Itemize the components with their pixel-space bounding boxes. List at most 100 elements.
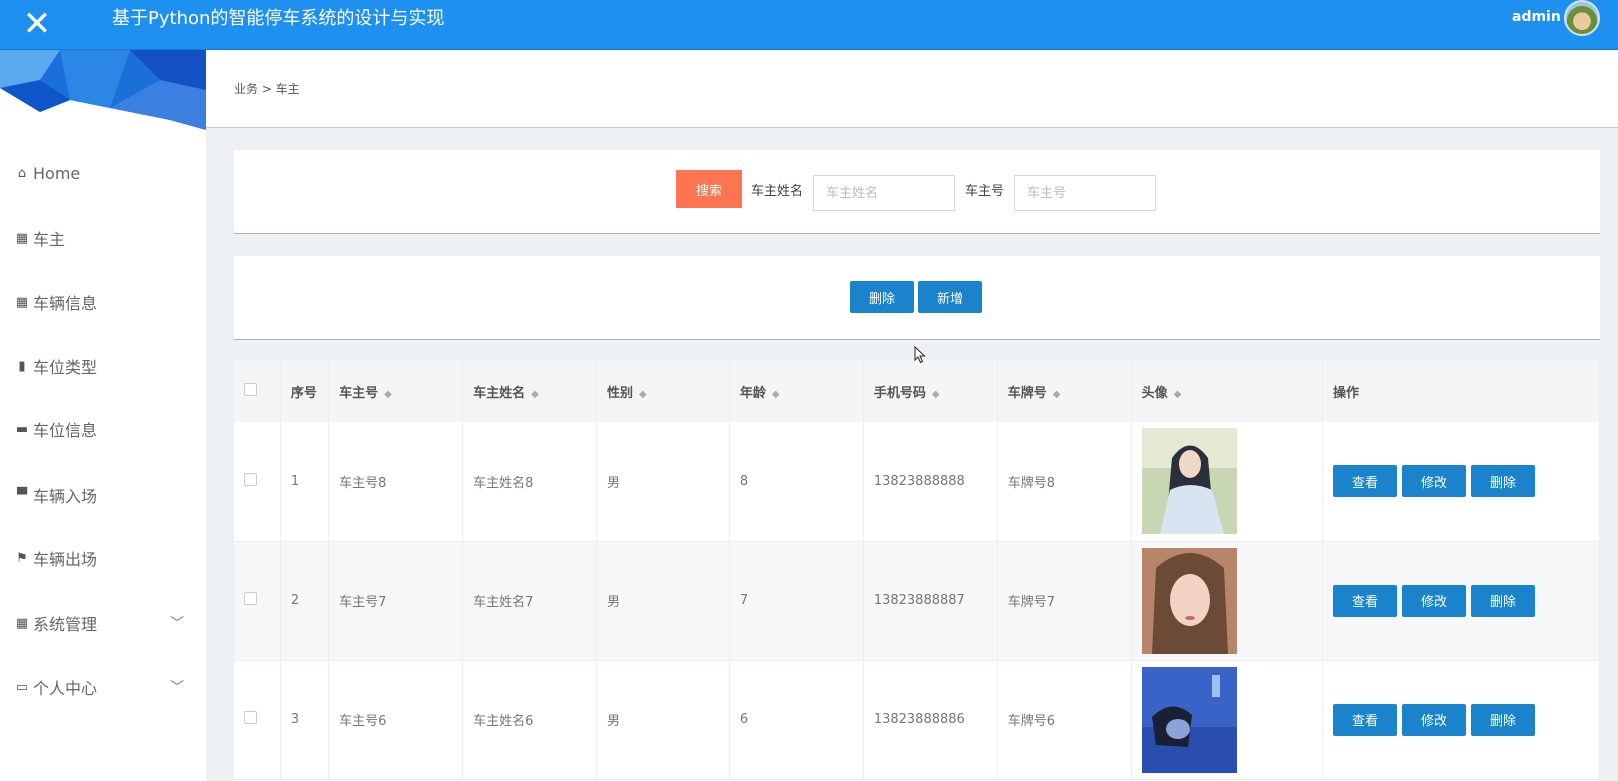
col-header[interactable]: 车牌号 ◆ bbox=[997, 360, 1132, 422]
cell-plate: 车牌号6 bbox=[997, 660, 1132, 780]
sidebar-item-entry[interactable]: ▀ 车辆入场 bbox=[0, 475, 206, 515]
owner-name-label: 车主姓名 bbox=[751, 184, 804, 199]
sidebar-item-label: 车主 bbox=[33, 230, 66, 249]
wallet-icon: ▬ bbox=[15, 421, 29, 437]
sort-icon[interactable]: ◆ bbox=[772, 389, 780, 400]
sidebar-item-label: 系统管理 bbox=[33, 615, 98, 634]
breadcrumb-bar: 业务 > 车主 bbox=[206, 50, 1618, 128]
owner-id-label: 车主号 bbox=[965, 184, 1005, 199]
edit-button[interactable]: 修改 bbox=[1402, 584, 1466, 617]
table-row: 2 车主号7 车主姓名7 男 7 13823888887 车牌号7 查看 修改 删除 bbox=[234, 541, 1600, 661]
cell-gender: 男 bbox=[596, 422, 730, 542]
view-button[interactable]: 查看 bbox=[1333, 703, 1397, 736]
row-select-cell[interactable] bbox=[234, 660, 281, 780]
col-header[interactable]: 年龄 ◆ bbox=[729, 360, 864, 422]
breadcrumb: 业务 > 车主 bbox=[234, 82, 300, 96]
delete-row-button[interactable]: 删除 bbox=[1471, 584, 1535, 617]
cell-avatar bbox=[1131, 422, 1324, 542]
col-header[interactable]: 车主号 ◆ bbox=[328, 360, 464, 422]
sort-icon[interactable]: ◆ bbox=[639, 389, 647, 400]
sidebar-item-label: 车辆入场 bbox=[33, 487, 98, 506]
grid-icon: ▦ bbox=[15, 615, 29, 631]
delete-row-button[interactable]: 删除 bbox=[1471, 465, 1535, 498]
chevron-down-icon: ﹀ bbox=[170, 616, 184, 632]
home-icon: ⌂ bbox=[17, 165, 27, 181]
table-row: 1 车主号8 车主姓名8 男 8 13823888888 车牌号8 查看 修改 … bbox=[234, 422, 1600, 542]
sidebar-item-space-type[interactable]: ▮ 车位类型 bbox=[0, 346, 206, 386]
sidebar-item-profile[interactable]: ▭ 个人中心 ﹀ bbox=[0, 667, 206, 707]
username[interactable]: admin bbox=[1512, 0, 1561, 36]
cell-age: 6 bbox=[729, 660, 864, 780]
add-button[interactable]: 新增 bbox=[918, 281, 982, 313]
cell-owner-id: 车主号8 bbox=[328, 422, 464, 542]
delete-row-button[interactable]: 删除 bbox=[1471, 703, 1535, 736]
cell-name: 车主姓名8 bbox=[462, 422, 597, 542]
row-select-cell[interactable] bbox=[234, 541, 281, 661]
col-header[interactable]: 头像 ◆ bbox=[1131, 360, 1324, 422]
owner-id-input[interactable] bbox=[1014, 175, 1156, 211]
edit-button[interactable]: 修改 bbox=[1402, 465, 1466, 498]
cell-gender: 男 bbox=[596, 660, 730, 780]
row-checkbox[interactable] bbox=[244, 592, 257, 605]
cell-no: 2 bbox=[280, 541, 330, 661]
action-panel: 删除 新增 bbox=[234, 256, 1600, 340]
sidebar-item-home[interactable]: ⌂ Home bbox=[0, 153, 206, 193]
cell-avatar bbox=[1131, 541, 1324, 661]
app-title: 基于Python的智能停车系统的设计与实现 bbox=[112, 8, 445, 29]
cell-phone: 13823888886 bbox=[863, 660, 998, 780]
sidebar-item-label: 车辆信息 bbox=[33, 294, 98, 313]
view-button[interactable]: 查看 bbox=[1333, 584, 1397, 617]
col-header[interactable]: 手机号码 ◆ bbox=[863, 360, 998, 422]
cell-actions: 查看 修改 删除 bbox=[1322, 660, 1600, 780]
search-button[interactable]: 搜索 bbox=[676, 170, 742, 208]
sidebar-item-space-info[interactable]: ▬ 车位信息 bbox=[0, 409, 206, 449]
close-icon[interactable]: ✕ bbox=[0, 0, 74, 48]
cell-gender: 男 bbox=[596, 541, 730, 661]
col-header[interactable]: 车主姓名 ◆ bbox=[462, 360, 597, 422]
sidebar-item-vehicle-info[interactable]: ▦ 车辆信息 bbox=[0, 282, 206, 322]
edit-button[interactable]: 修改 bbox=[1402, 703, 1466, 736]
sort-icon[interactable]: ◆ bbox=[1053, 389, 1061, 400]
cell-phone: 13823888887 bbox=[863, 541, 998, 661]
grid-icon: ▦ bbox=[15, 294, 29, 310]
search-panel: 搜索 车主姓名 车主号 bbox=[234, 150, 1600, 234]
delete-button[interactable]: 删除 bbox=[850, 281, 914, 313]
top-header: ✕ 基于Python的智能停车系统的设计与实现 admin bbox=[0, 0, 1618, 50]
cell-no: 1 bbox=[280, 422, 330, 542]
data-table: 序号 车主号 ◆ 车主姓名 ◆ 性别 ◆ 年龄 ◆ 手机号码 ◆ 车牌号 ◆ 头像 ◆ 操作 … bbox=[234, 360, 1600, 781]
flag-icon: ⚑ bbox=[16, 550, 28, 566]
row-select-cell[interactable] bbox=[234, 422, 281, 542]
cell-no: 3 bbox=[280, 660, 330, 780]
sidebar-item-label: 个人中心 bbox=[33, 679, 98, 698]
cell-phone: 13823888888 bbox=[863, 422, 998, 542]
row-checkbox[interactable] bbox=[244, 711, 257, 724]
cell-plate: 车牌号7 bbox=[997, 541, 1132, 661]
avatar-photo bbox=[1141, 428, 1237, 535]
car-icon: ▀ bbox=[17, 487, 27, 503]
cell-actions: 查看 修改 删除 bbox=[1322, 541, 1600, 661]
view-button[interactable]: 查看 bbox=[1333, 465, 1397, 498]
cell-owner-id: 车主号6 bbox=[328, 660, 464, 780]
sort-icon[interactable]: ◆ bbox=[932, 389, 940, 400]
sidebar-item-system[interactable]: ▦ 系统管理 ﹀ bbox=[0, 603, 206, 643]
select-all-cell[interactable] bbox=[234, 360, 281, 422]
cell-plate: 车牌号8 bbox=[997, 422, 1132, 542]
sidebar-item-exit[interactable]: ⚑ 车辆出场 bbox=[0, 538, 206, 578]
col-header[interactable]: 性别 ◆ bbox=[596, 360, 730, 422]
row-checkbox[interactable] bbox=[244, 472, 257, 486]
cell-owner-id: 车主号7 bbox=[328, 541, 464, 661]
col-header: 序号 bbox=[280, 360, 330, 422]
sidebar-item-owner[interactable]: ▦ 车主 bbox=[0, 218, 206, 258]
sidebar-item-label: Home bbox=[33, 163, 81, 183]
grid-icon: ▦ bbox=[15, 230, 29, 246]
cell-avatar bbox=[1131, 660, 1324, 780]
sort-icon[interactable]: ◆ bbox=[531, 389, 539, 400]
sort-icon[interactable]: ◆ bbox=[1174, 389, 1182, 400]
owner-name-input[interactable] bbox=[813, 175, 955, 211]
sidebar-item-label: 车位信息 bbox=[33, 421, 98, 440]
select-all-checkbox[interactable] bbox=[244, 382, 257, 396]
sidebar-item-label: 车辆出场 bbox=[33, 550, 98, 569]
books-icon: ▮ bbox=[18, 358, 26, 374]
sort-icon[interactable]: ◆ bbox=[384, 389, 392, 400]
avatar[interactable] bbox=[1564, 0, 1600, 36]
